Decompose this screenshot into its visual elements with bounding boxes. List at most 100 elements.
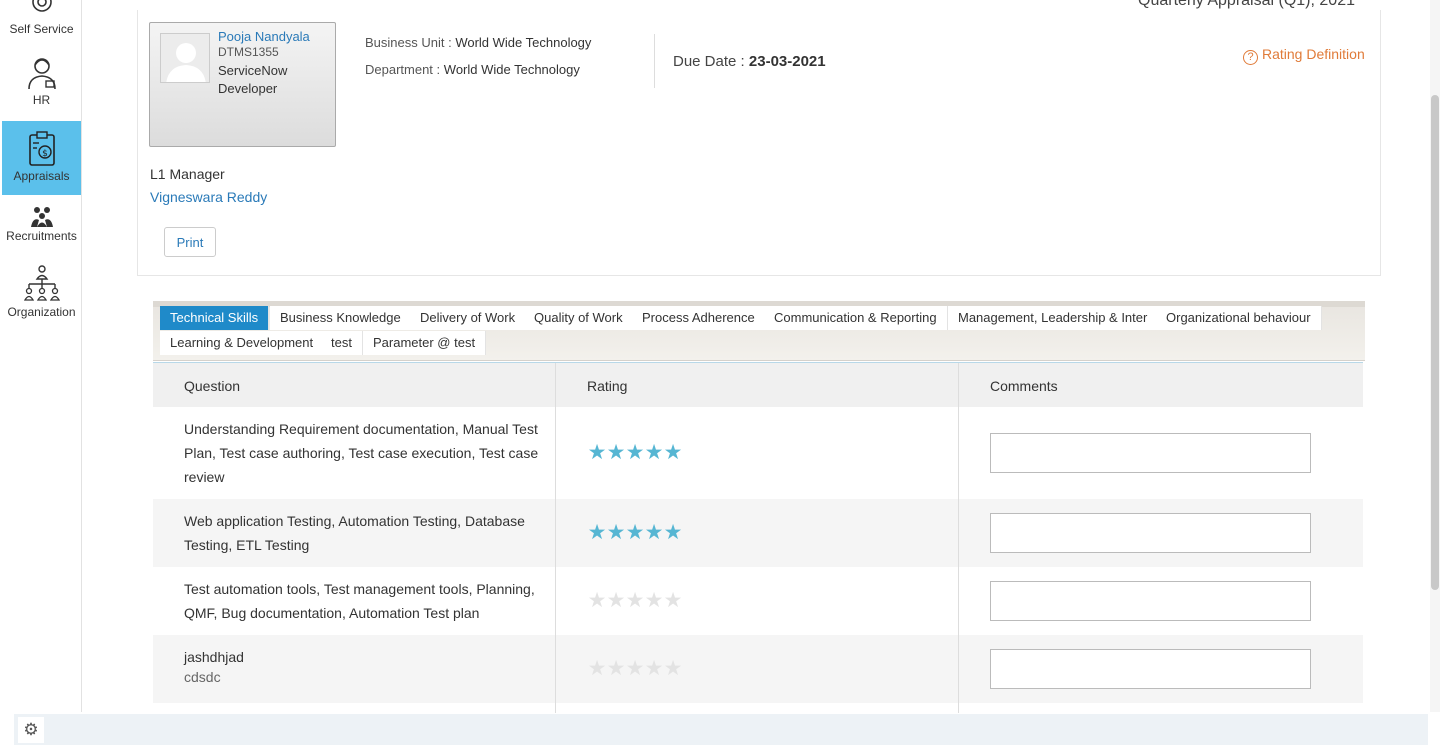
settings-gear-icon[interactable]: ⚙: [18, 717, 44, 743]
question-text: Test automation tools, Test management t…: [184, 581, 535, 621]
sidebar-item-label: Appraisals: [13, 169, 70, 183]
tab-business-knowledge[interactable]: Business Knowledge: [270, 306, 412, 330]
comment-input[interactable]: [991, 514, 1310, 552]
sidebar-item-label: Recruitments: [6, 229, 77, 243]
sidebar-item-self-service[interactable]: Self Service: [2, 0, 81, 36]
star-icon[interactable]: ★: [625, 656, 645, 681]
star-icon[interactable]: ★: [644, 520, 664, 545]
star-icon[interactable]: ★: [587, 588, 607, 613]
divider: [654, 34, 655, 88]
tab-organizational-behaviour[interactable]: Organizational behaviour: [1156, 306, 1322, 330]
sidebar-item-appraisals[interactable]: $ Appraisals: [2, 121, 81, 195]
rating-definition-label: Rating Definition: [1262, 46, 1365, 62]
sidebar-item-organization[interactable]: Organization: [2, 265, 81, 320]
star-icon[interactable]: ★: [606, 520, 626, 545]
comment-input[interactable]: [991, 650, 1310, 688]
star-icon[interactable]: ★: [644, 440, 664, 465]
comment-field[interactable]: [990, 581, 1311, 621]
column-header-question: Question: [184, 378, 241, 394]
employee-box: Pooja Nandyala DTMS1355 ServiceNow Devel…: [149, 22, 336, 147]
comment-input[interactable]: [991, 582, 1310, 620]
column-header-comments: Comments: [990, 378, 1058, 394]
due-date-value: 23-03-2021: [748, 53, 826, 70]
star-icon[interactable]: ★: [663, 520, 683, 545]
table-row: [153, 703, 1363, 713]
star-icon[interactable]: ★: [606, 656, 626, 681]
tab-communication-reporting[interactable]: Communication & Reporting: [764, 306, 948, 330]
star-rating[interactable]: ★★★★★: [587, 656, 683, 681]
print-button[interactable]: Print: [164, 227, 216, 257]
sidebar-item-label: Self Service: [9, 22, 74, 36]
question-text: jashdhjad: [184, 649, 244, 665]
star-rating[interactable]: ★★★★★: [587, 440, 683, 465]
sidebar-item-hr[interactable]: HR: [2, 55, 81, 115]
department-value: World Wide Technology: [443, 62, 580, 77]
rating-definition-link[interactable]: ? Rating Definition: [1243, 46, 1365, 65]
sidebar: Self Service HR $ Appraisals Recruitment…: [0, 0, 82, 712]
footer-bar: ⚙: [14, 714, 1428, 745]
question-text: Web application Testing, Automation Test…: [184, 513, 525, 553]
user-placeholder-icon: [166, 43, 206, 82]
manager-label: L1 Manager: [150, 166, 225, 182]
tab-management-leadership[interactable]: Management, Leadership & Inter: [948, 306, 1159, 330]
question-table: Question Rating Comments Understanding R…: [153, 362, 1363, 713]
gear-person-icon: [31, 0, 52, 12]
sidebar-item-label: HR: [32, 93, 51, 107]
star-icon[interactable]: ★: [663, 440, 683, 465]
tab-learning-development[interactable]: Learning & Development: [160, 331, 325, 355]
avatar: [160, 33, 210, 83]
comment-input[interactable]: [991, 434, 1310, 472]
org-chart-icon: [23, 265, 60, 301]
star-icon[interactable]: ★: [644, 656, 664, 681]
table-row: Web application Testing, Automation Test…: [153, 499, 1363, 567]
manager-name[interactable]: Vigneswara Reddy: [150, 189, 267, 205]
star-icon[interactable]: ★: [625, 588, 645, 613]
department: Department : World Wide Technology: [365, 62, 580, 77]
tab-technical-skills[interactable]: Technical Skills: [160, 306, 270, 330]
table-row: jashdhjad cdsdc ★★★★★: [153, 635, 1363, 703]
page-title: Quarterly Appraisal (Q1), 2021: [1138, 0, 1355, 9]
business-unit: Business Unit : World Wide Technology: [365, 35, 591, 50]
star-icon[interactable]: ★: [606, 440, 626, 465]
tab-process-adherence[interactable]: Process Adherence: [632, 306, 766, 330]
svg-text:$: $: [42, 149, 48, 159]
question-text: Understanding Requirement documentation,…: [184, 421, 539, 485]
tab-delivery-of-work[interactable]: Delivery of Work: [410, 306, 527, 330]
star-icon[interactable]: ★: [606, 588, 626, 613]
due-date-label: Due Date :: [673, 53, 745, 70]
people-group-icon: [30, 207, 53, 227]
star-icon[interactable]: ★: [587, 656, 607, 681]
tab-parameter-test[interactable]: Parameter @ test: [363, 331, 487, 355]
hr-person-icon: [27, 58, 56, 90]
star-icon[interactable]: ★: [625, 440, 645, 465]
table-row: Understanding Requirement documentation,…: [153, 407, 1363, 499]
clipboard-dollar-icon: $: [28, 131, 55, 166]
scrollbar-thumb[interactable]: [1431, 95, 1439, 590]
employee-name[interactable]: Pooja Nandyala: [218, 29, 310, 44]
comment-field[interactable]: [990, 433, 1311, 473]
business-unit-value: World Wide Technology: [455, 35, 592, 50]
sidebar-item-label: Organization: [7, 305, 76, 319]
comment-field[interactable]: [990, 649, 1311, 689]
star-rating[interactable]: ★★★★★: [587, 520, 683, 545]
star-icon[interactable]: ★: [644, 588, 664, 613]
business-unit-label: Business Unit :: [365, 35, 452, 50]
table-header: Question Rating Comments: [153, 363, 1363, 407]
question-circle-icon: ?: [1243, 50, 1258, 65]
table-row: Test automation tools, Test management t…: [153, 567, 1363, 635]
employee-role: ServiceNow Developer: [218, 63, 288, 96]
department-label: Department :: [365, 62, 441, 77]
star-icon[interactable]: ★: [625, 520, 645, 545]
sidebar-item-recruitments[interactable]: Recruitments: [2, 205, 81, 245]
due-date: Due Date : 23-03-2021: [673, 53, 826, 70]
tab-test[interactable]: test: [321, 331, 363, 355]
star-icon[interactable]: ★: [587, 520, 607, 545]
star-icon[interactable]: ★: [663, 588, 683, 613]
star-icon[interactable]: ★: [663, 656, 683, 681]
tab-quality-of-work[interactable]: Quality of Work: [524, 306, 634, 330]
star-rating[interactable]: ★★★★★: [587, 588, 683, 613]
column-header-rating: Rating: [587, 378, 628, 394]
comment-field[interactable]: [990, 513, 1311, 553]
star-icon[interactable]: ★: [587, 440, 607, 465]
question-subtext: cdsdc: [184, 669, 221, 685]
